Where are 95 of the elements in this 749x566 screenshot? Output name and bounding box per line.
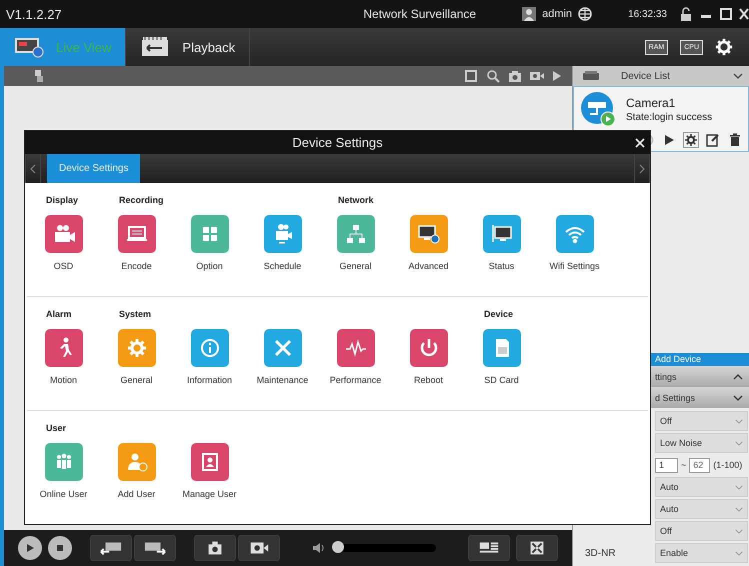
category-heading: Network [338, 195, 374, 205]
play-button[interactable] [18, 536, 42, 560]
settings-item-label[interactable]: Performance [330, 375, 382, 385]
dropdown[interactable]: Auto [655, 477, 748, 497]
video-camera-icon[interactable] [248, 541, 270, 555]
settings-item-label[interactable]: OSD [54, 261, 74, 271]
category-heading: System [119, 309, 152, 319]
lock-icon[interactable] [679, 7, 693, 21]
window-left-arrow-icon[interactable] [100, 541, 122, 555]
range-end-field[interactable]: 62 [689, 458, 710, 472]
volume-slider-thumb[interactable] [332, 541, 344, 553]
scroll-left-button[interactable] [25, 154, 41, 183]
dropdown[interactable]: Enable [655, 543, 748, 563]
running-person-icon[interactable] [44, 329, 82, 367]
chevron-icon[interactable] [733, 374, 743, 380]
dialog-title: Device Settings [292, 135, 383, 150]
maximize-icon[interactable] [719, 7, 733, 21]
setting-label: 3D-NR [585, 548, 616, 558]
settings-item-label[interactable]: Information [186, 375, 232, 385]
close-icon[interactable] [739, 7, 749, 21]
layout-icon[interactable] [478, 541, 500, 555]
dropdown[interactable]: Off [655, 411, 748, 431]
scroll-right-button[interactable] [634, 154, 650, 183]
settings-item-label[interactable]: Manage User [182, 489, 237, 499]
previous-window-button[interactable] [90, 535, 132, 561]
settings-item-label[interactable]: Option [196, 261, 223, 271]
chevron-icon[interactable] [733, 394, 743, 400]
monitor-icon[interactable] [482, 215, 520, 253]
settings-item-label[interactable]: Schedule [264, 261, 302, 271]
version-label: V1.1.2.27 [6, 6, 62, 22]
chevron-left-icon[interactable] [30, 164, 36, 174]
device-list-header[interactable]: Device List [573, 66, 749, 86]
settings-item-label[interactable]: Encode [121, 261, 152, 271]
range-hint: (1-100) [713, 460, 742, 470]
info-icon[interactable] [190, 329, 228, 367]
window-title: Network Surveillance [363, 7, 476, 21]
user-name: admin [542, 8, 572, 20]
dropdown[interactable]: Low Noise [655, 433, 748, 453]
settings-item-label[interactable]: Online User [40, 489, 88, 499]
settings-item-label[interactable]: Maintenance [256, 375, 308, 385]
category-heading: Recording [119, 195, 164, 205]
edit-icon[interactable] [706, 133, 720, 147]
category-heading: Device [484, 309, 514, 319]
volume-slider[interactable] [332, 544, 436, 552]
settings-item-label[interactable]: Reboot [414, 375, 444, 385]
settings-item-label[interactable]: SD Card [484, 375, 519, 385]
play-icon[interactable] [25, 543, 35, 553]
globe-icon[interactable] [578, 7, 592, 21]
chevron-right-icon[interactable] [639, 164, 645, 174]
next-window-button[interactable] [134, 535, 176, 561]
device-icon[interactable] [583, 71, 599, 81]
category-heading: Alarm [46, 309, 72, 319]
clock-time: 16:32:33 [628, 8, 667, 20]
settings-item-label[interactable]: Wifi Settings [549, 261, 600, 271]
device-state: State:login success [626, 112, 712, 122]
stop-icon[interactable] [55, 543, 65, 553]
dropdown[interactable]: Off [655, 521, 748, 541]
fullscreen-button[interactable] [516, 535, 558, 561]
range-separator: ~ [681, 460, 686, 470]
record-button[interactable] [238, 535, 280, 561]
clapperboard-icon[interactable] [140, 36, 170, 58]
zoom-icon[interactable] [486, 69, 500, 83]
user-document-icon[interactable] [190, 443, 228, 481]
monitor-gear-icon[interactable] [410, 215, 448, 253]
wifi-icon[interactable] [556, 215, 594, 253]
monitor-icon[interactable] [14, 36, 44, 58]
waveform-icon[interactable] [336, 329, 374, 367]
sd-card-icon[interactable] [482, 329, 520, 367]
chevron-icon[interactable] [733, 73, 743, 79]
laptop-icon[interactable] [118, 215, 156, 253]
category-heading: Display [46, 195, 78, 205]
layout-button[interactable] [468, 535, 510, 561]
settings-item-label[interactable]: Add User [118, 489, 156, 499]
record-icon[interactable] [530, 69, 544, 83]
category-heading: User [46, 423, 66, 433]
close-icon[interactable] [635, 138, 645, 148]
window-right-arrow-icon[interactable] [144, 541, 166, 555]
settings-item-label[interactable]: Motion [50, 375, 77, 385]
user-icon [522, 7, 536, 21]
device-name[interactable]: Camera1 [626, 96, 712, 110]
stop-button[interactable] [48, 536, 72, 560]
settings-item-label[interactable]: Status [488, 261, 514, 271]
settings-item-label[interactable]: General [339, 261, 372, 271]
dropdown[interactable]: Auto [655, 499, 748, 519]
trash-icon[interactable] [728, 133, 742, 147]
play-icon[interactable] [662, 133, 676, 147]
settings-item-label[interactable]: Advanced [408, 261, 449, 271]
camera-device-icon [580, 91, 616, 127]
settings-icon[interactable] [684, 133, 698, 147]
snapshot-button[interactable] [194, 535, 236, 561]
range-start-field[interactable]: 1 [655, 458, 678, 472]
volume-icon[interactable] [312, 541, 326, 555]
settings-item-label[interactable]: General [120, 375, 153, 385]
power-icon[interactable] [410, 329, 448, 367]
camera-icon[interactable] [508, 69, 522, 83]
